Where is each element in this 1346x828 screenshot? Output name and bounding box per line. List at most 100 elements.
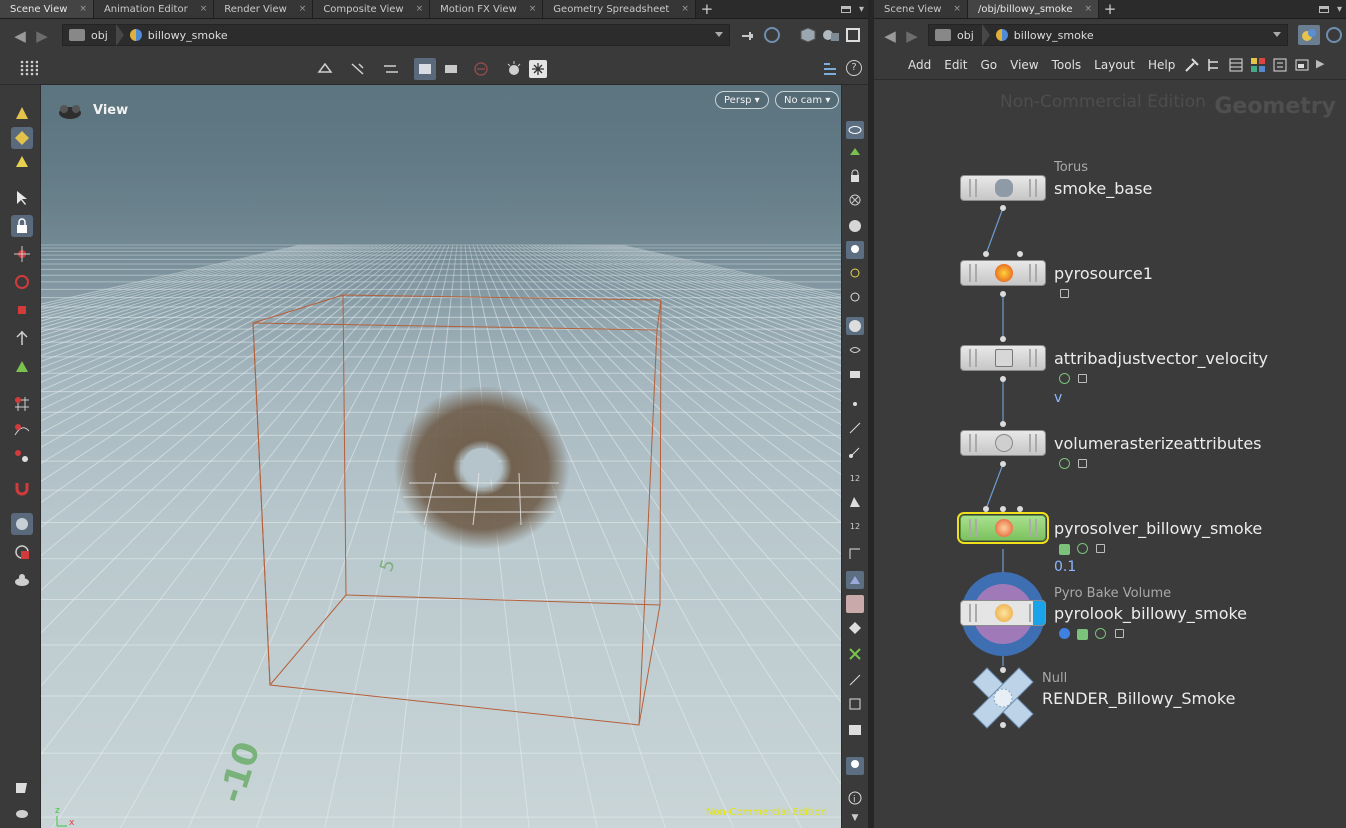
node-pyrolook-billowy-smoke[interactable] bbox=[960, 600, 1046, 626]
input-connector[interactable] bbox=[1017, 506, 1023, 512]
status-ok-icon[interactable] bbox=[1077, 543, 1088, 554]
output-connector[interactable] bbox=[1000, 376, 1006, 382]
camera-shelf-icon[interactable] bbox=[846, 365, 864, 383]
lock-select-icon[interactable] bbox=[11, 215, 33, 237]
tab-animation-editor[interactable]: Animation Editor × bbox=[93, 0, 215, 18]
lock-icon[interactable] bbox=[1060, 289, 1069, 298]
add-tab-button[interactable]: + bbox=[696, 0, 718, 18]
edge-icon[interactable] bbox=[846, 545, 864, 563]
input-connector[interactable] bbox=[983, 506, 989, 512]
node-pyrosource1[interactable] bbox=[960, 260, 1046, 286]
teapot-icon[interactable] bbox=[11, 801, 33, 823]
output-connector[interactable] bbox=[1000, 722, 1006, 728]
node-pyrosolver-billowy-smoke[interactable] bbox=[957, 512, 1049, 544]
close-icon[interactable]: × bbox=[79, 4, 87, 14]
menu-layout[interactable]: Layout bbox=[1094, 58, 1135, 72]
background-icon[interactable] bbox=[846, 595, 864, 613]
snap-grid-icon[interactable] bbox=[11, 393, 33, 415]
view-settings-icon[interactable] bbox=[1294, 57, 1310, 73]
image-icon[interactable] bbox=[846, 721, 864, 739]
close-icon[interactable] bbox=[846, 191, 864, 209]
prim-icon[interactable] bbox=[846, 493, 864, 511]
grid-colors-icon[interactable] bbox=[1250, 57, 1266, 73]
uv-icon[interactable] bbox=[846, 619, 864, 637]
light-icon[interactable] bbox=[505, 60, 523, 78]
display-options-icon[interactable] bbox=[822, 27, 840, 43]
network-editor[interactable]: Non-Commercial Edition Geometry Torus sm… bbox=[874, 80, 1346, 828]
tab-render-view[interactable]: Render View × bbox=[214, 0, 314, 18]
snap-curve-icon[interactable] bbox=[11, 419, 33, 441]
snap-point-icon[interactable] bbox=[11, 445, 33, 467]
output-connector[interactable] bbox=[1000, 667, 1006, 673]
path-breadcrumb[interactable]: obj billowy_smoke bbox=[62, 24, 730, 46]
normals-icon[interactable] bbox=[846, 419, 864, 437]
chevron-down-icon[interactable] bbox=[715, 32, 723, 37]
tab-composite-view[interactable]: Composite View × bbox=[313, 0, 431, 18]
input-connector[interactable] bbox=[1000, 421, 1006, 427]
status-ok-icon[interactable] bbox=[1059, 373, 1070, 384]
back-arrow-icon[interactable]: ◀ bbox=[880, 27, 900, 45]
output-connector[interactable] bbox=[1000, 291, 1006, 297]
render-region-icon[interactable] bbox=[11, 541, 33, 563]
guide-icon[interactable] bbox=[846, 671, 864, 689]
snowflake-icon[interactable] bbox=[529, 60, 547, 78]
breadcrumb-obj[interactable]: obj bbox=[929, 25, 982, 45]
location-pin-icon[interactable] bbox=[846, 757, 864, 775]
3d-viewport[interactable]: 5 -10 View Persp ▾ No cam ▾ Non-Commerci… bbox=[41, 85, 841, 828]
view-handle-icon[interactable] bbox=[57, 103, 83, 121]
lock-icon[interactable] bbox=[1078, 374, 1087, 383]
pin-icon[interactable] bbox=[740, 28, 756, 42]
move-tool-icon[interactable] bbox=[11, 243, 33, 265]
play-arrow-icon[interactable]: ▶ bbox=[1316, 57, 1324, 73]
close-icon[interactable]: × bbox=[299, 4, 307, 14]
menu-edit[interactable]: Edit bbox=[944, 58, 967, 72]
link-icon[interactable] bbox=[764, 27, 780, 43]
pane-maximize-icon[interactable] bbox=[1318, 5, 1329, 13]
menu-add[interactable]: Add bbox=[908, 58, 931, 72]
breadcrumb-billowy-smoke[interactable]: billowy_smoke bbox=[990, 25, 1102, 45]
geometry-display-icon[interactable] bbox=[846, 317, 864, 335]
bypass-icon[interactable] bbox=[1059, 544, 1070, 555]
path-breadcrumb[interactable]: obj billowy_smoke bbox=[928, 24, 1288, 46]
breadcrumb-billowy-smoke[interactable]: billowy_smoke bbox=[124, 25, 236, 45]
tab-network-billowy-smoke[interactable]: /obj/billowy_smoke × bbox=[967, 0, 1100, 18]
node-volumerasterizeattributes[interactable] bbox=[960, 430, 1046, 456]
close-icon[interactable]: × bbox=[416, 4, 424, 14]
grid-menu-icon[interactable] bbox=[20, 60, 39, 76]
wrench-icon[interactable] bbox=[1184, 57, 1200, 73]
status-ok-icon[interactable] bbox=[1059, 458, 1070, 469]
info-icon[interactable]: i bbox=[846, 789, 864, 807]
visualizer-icon[interactable] bbox=[846, 341, 864, 359]
edit-tool-icon[interactable] bbox=[11, 127, 33, 149]
notes-icon[interactable] bbox=[11, 777, 33, 799]
template-icon[interactable] bbox=[846, 143, 864, 161]
menu-tools[interactable]: Tools bbox=[1052, 58, 1082, 72]
lock-icon[interactable] bbox=[1096, 544, 1105, 553]
menu-go[interactable]: Go bbox=[980, 58, 997, 72]
chevron-down-icon[interactable]: ▼ bbox=[846, 809, 864, 827]
handle-tool-icon[interactable] bbox=[11, 327, 33, 349]
select-mode-icon[interactable] bbox=[316, 60, 334, 78]
close-icon[interactable]: × bbox=[1085, 4, 1093, 14]
input-connector[interactable] bbox=[1017, 251, 1023, 257]
transform-icon[interactable] bbox=[382, 60, 400, 78]
lights-menu-icon[interactable] bbox=[846, 289, 864, 307]
output-connector[interactable] bbox=[1000, 205, 1006, 211]
forward-arrow-icon[interactable]: ▶ bbox=[32, 27, 52, 45]
help-icon[interactable]: ? bbox=[846, 60, 862, 76]
flipbook-icon[interactable] bbox=[11, 569, 33, 591]
scale-tool-icon[interactable] bbox=[11, 299, 33, 321]
node-attribadjustvector-velocity[interactable] bbox=[960, 345, 1046, 371]
pane-menu-icon[interactable]: ▾ bbox=[859, 4, 864, 15]
prim-numbers-icon[interactable]: 12 bbox=[846, 517, 864, 535]
breadcrumb-obj[interactable]: obj bbox=[63, 25, 116, 45]
tab-motion-fx-view[interactable]: Motion FX View × bbox=[430, 0, 544, 18]
point-numbers-icon[interactable]: 12 bbox=[846, 469, 864, 487]
display-eye-icon[interactable] bbox=[846, 121, 864, 139]
close-icon[interactable]: × bbox=[200, 4, 208, 14]
input-connector[interactable] bbox=[983, 251, 989, 257]
point-icon[interactable] bbox=[846, 395, 864, 413]
menu-view[interactable]: View bbox=[1010, 58, 1038, 72]
list-icon[interactable] bbox=[1228, 57, 1244, 73]
tree-icon[interactable] bbox=[1206, 57, 1222, 73]
